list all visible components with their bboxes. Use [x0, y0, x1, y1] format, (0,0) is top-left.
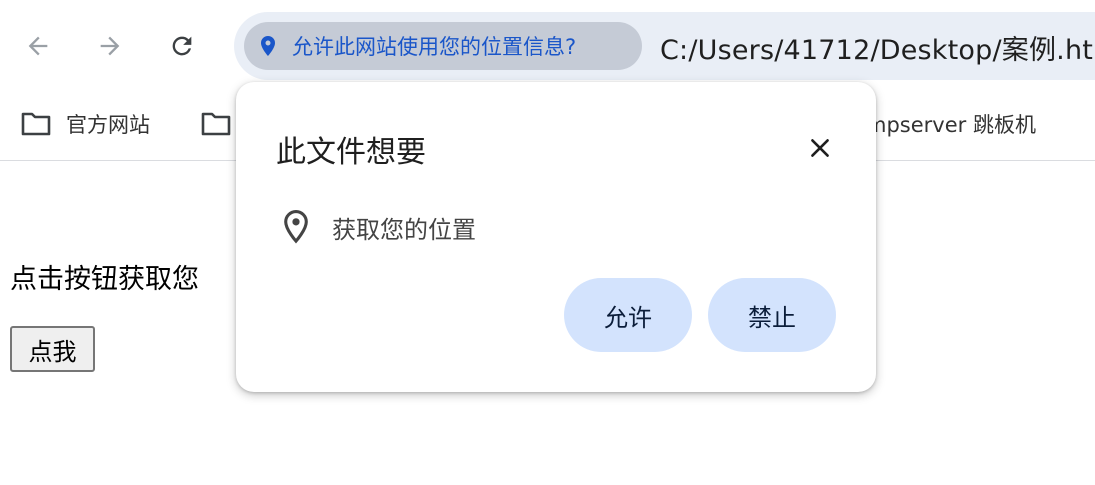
location-pin-icon	[261, 36, 275, 56]
reload-button[interactable]	[158, 22, 206, 70]
location-permission-dialog: 此文件想要 获取您的位置 允许 禁止	[236, 82, 876, 392]
browser-toolbar: 允许此网站使用您的位置信息? C:/Users/41712/Desktop/案例…	[0, 0, 1095, 92]
location-pin-icon	[284, 210, 308, 244]
click-me-button[interactable]: 点我	[10, 326, 95, 372]
bookmark-mpserver[interactable]: mpserver 跳板机	[866, 104, 1036, 144]
reload-icon	[172, 36, 192, 56]
permission-row: 获取您的位置	[280, 207, 476, 247]
close-icon	[811, 139, 829, 157]
forward-button[interactable]	[86, 22, 134, 70]
url-text[interactable]: C:/Users/41712/Desktop/案例.htm	[660, 28, 1095, 67]
block-button[interactable]: 禁止	[708, 278, 836, 352]
permission-label: 获取您的位置	[332, 215, 476, 244]
permission-chip-label: 允许此网站使用您的位置信息?	[292, 35, 577, 59]
back-button[interactable]	[14, 22, 62, 70]
prompt-text: 点击按钮获取您	[10, 264, 199, 295]
bookmark-label: mpserver 跳板机	[866, 113, 1036, 137]
close-button[interactable]	[796, 124, 844, 172]
arrow-right-icon	[100, 36, 120, 56]
bookmark-label: 官方网站	[66, 113, 150, 137]
allow-button[interactable]: 允许	[564, 278, 692, 352]
location-permission-chip[interactable]: 允许此网站使用您的位置信息?	[244, 22, 642, 70]
bookmark-folder-official[interactable]: 官方网站	[20, 104, 150, 144]
arrow-left-icon	[28, 36, 48, 56]
folder-icon	[201, 112, 231, 136]
dialog-title: 此文件想要	[276, 135, 426, 170]
folder-icon	[21, 112, 51, 136]
address-bar[interactable]: 允许此网站使用您的位置信息? C:/Users/41712/Desktop/案例…	[234, 12, 1095, 80]
